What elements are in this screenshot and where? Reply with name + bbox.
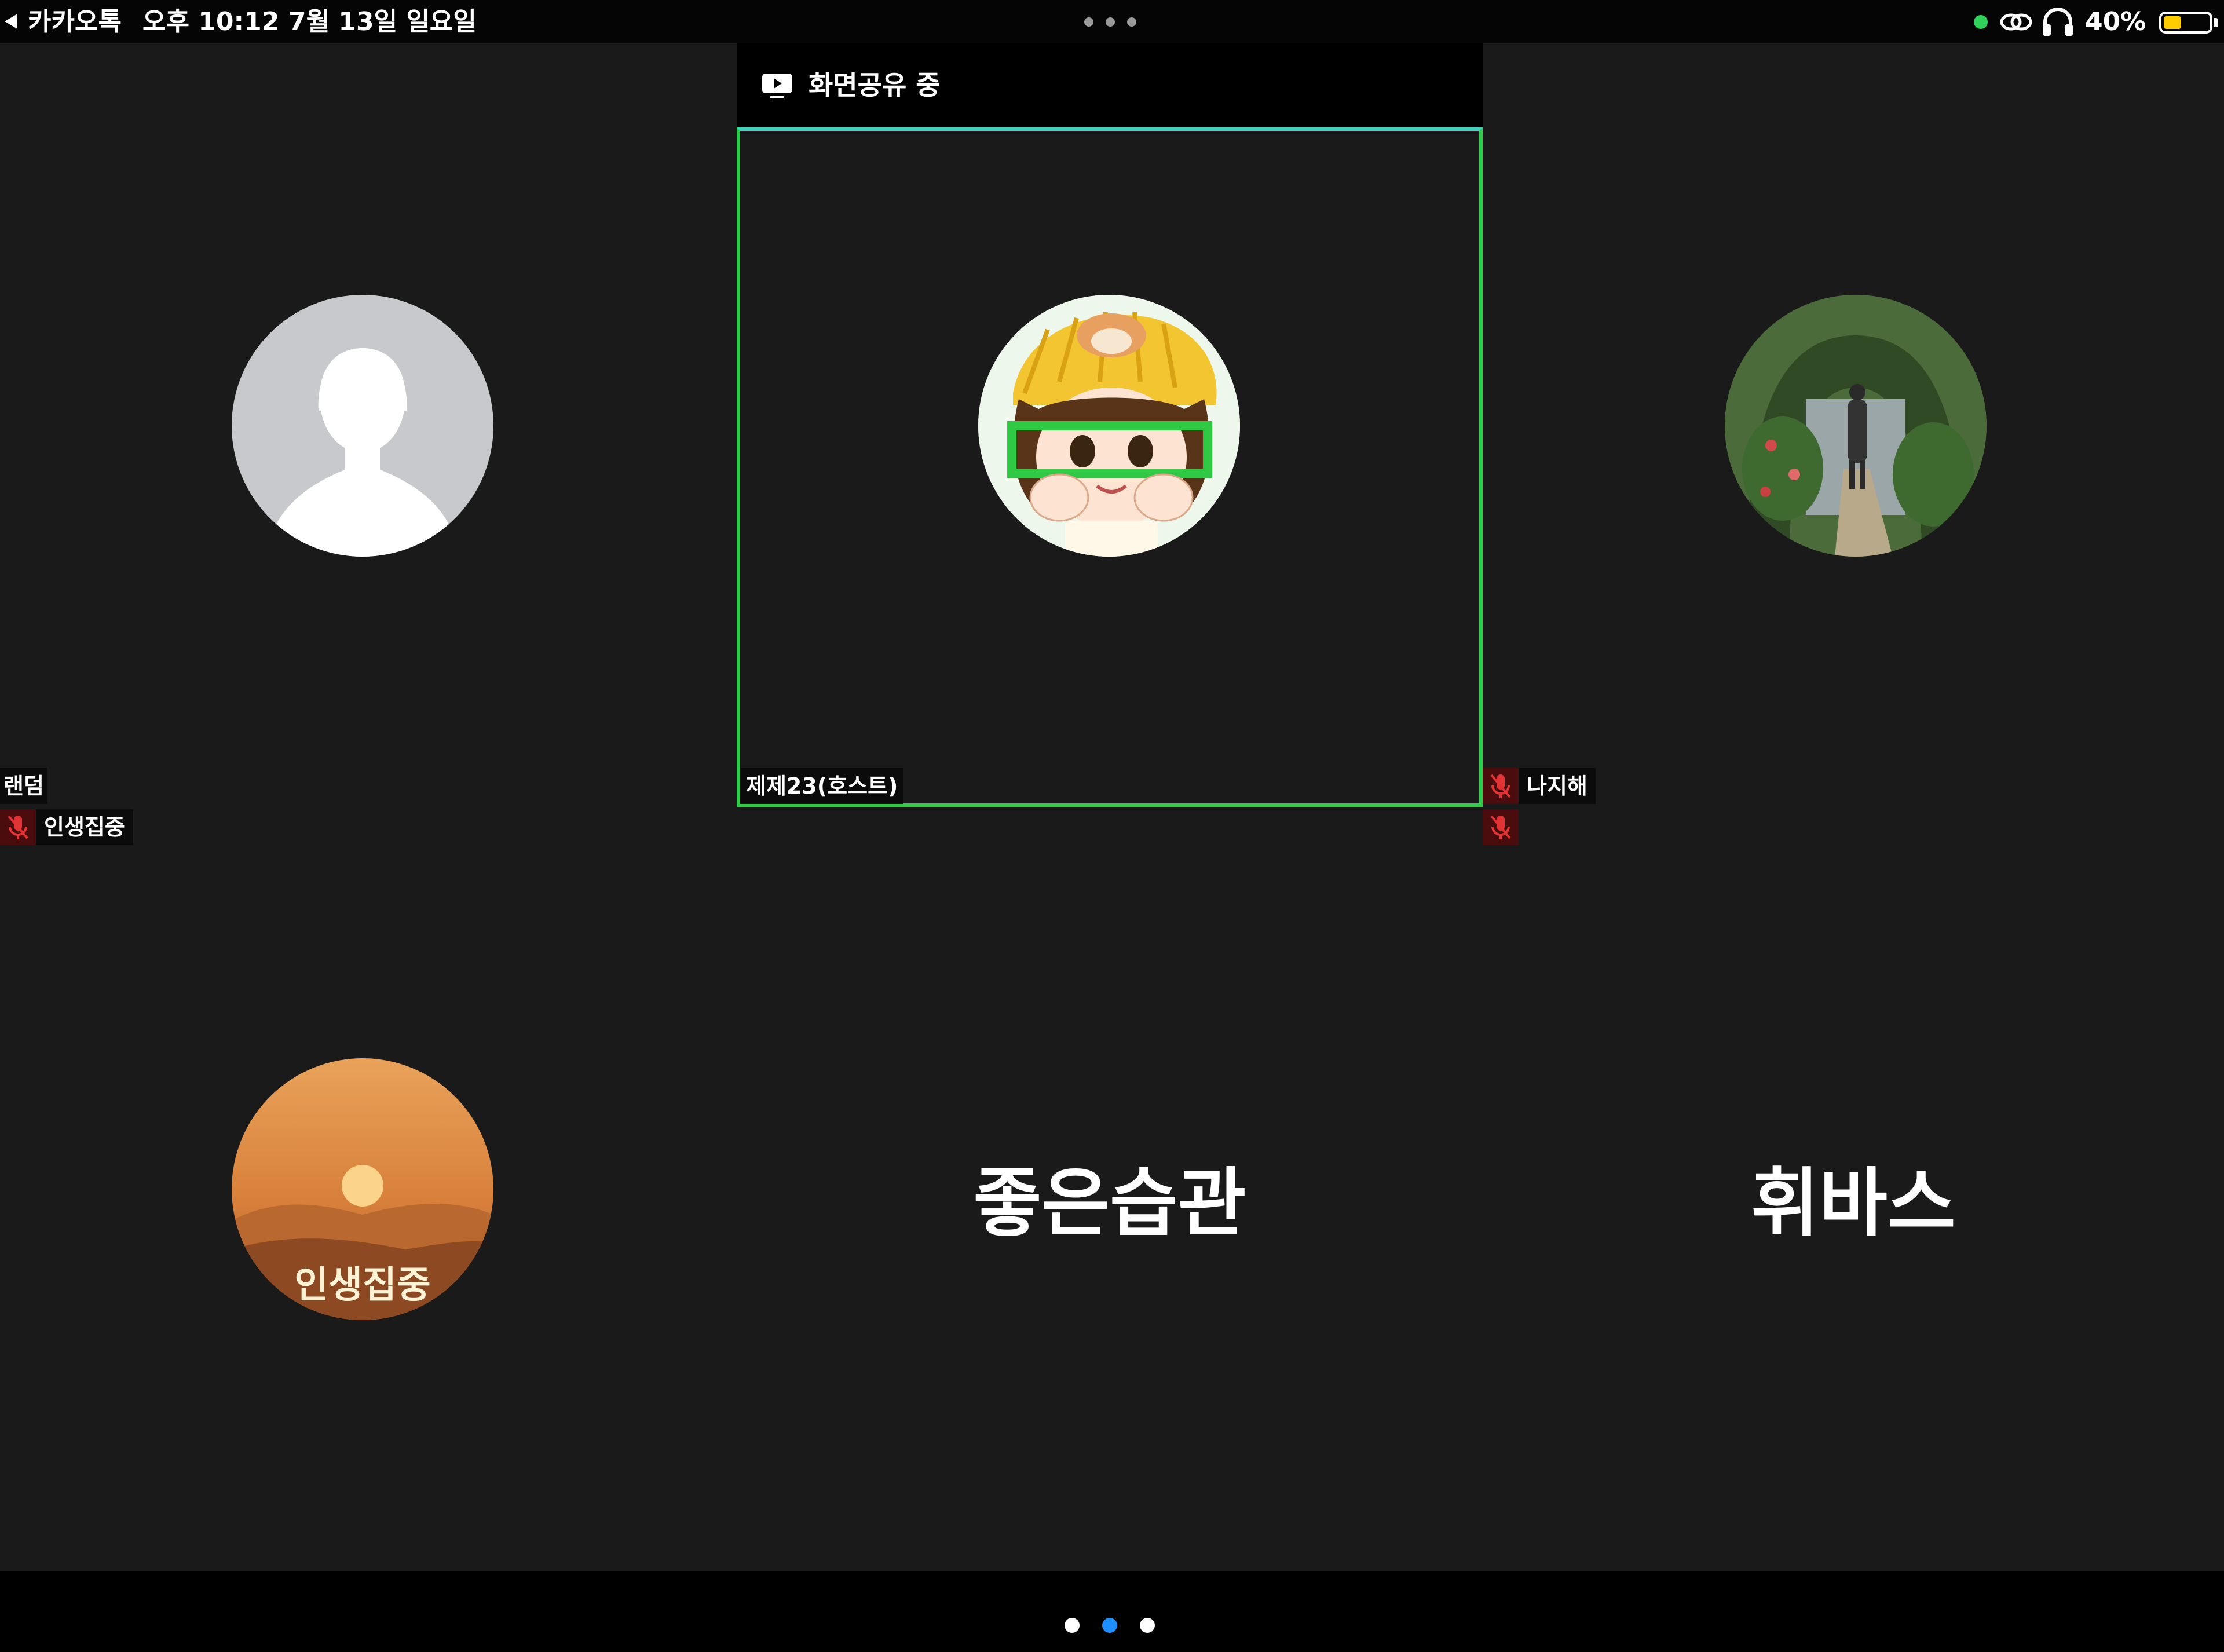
screen-share-banner[interactable]: 화면공유 중	[737, 43, 1483, 127]
participant-tile-4[interactable]: 인생집중	[0, 807, 737, 1571]
participant-tile-5[interactable]: 좋은습관	[737, 807, 1483, 1571]
link-icon	[2000, 13, 2032, 31]
screen-share-icon	[762, 74, 792, 98]
back-app-label[interactable]: 카카오톡	[28, 0, 122, 43]
status-time: 오후 10:12	[142, 7, 280, 36]
battery-tip	[2214, 18, 2218, 27]
back-arrow-icon[interactable]	[5, 14, 17, 29]
character-avatar	[978, 295, 1240, 557]
page-dot-3[interactable]	[1140, 1618, 1155, 1633]
garden-path-photo	[1725, 295, 1987, 557]
screen-share-label: 화면공유 중	[809, 70, 941, 101]
more-icon[interactable]	[1084, 17, 1136, 27]
participant-tile-1[interactable]	[0, 43, 737, 807]
headphone-icon	[2043, 8, 2073, 36]
status-date: 7월 13일 일요일	[288, 7, 477, 36]
page-dot-2[interactable]	[1102, 1618, 1117, 1633]
battery-icon	[2159, 12, 2212, 34]
participant-name-2: 제제23(호스트)	[740, 768, 904, 804]
camera-in-use-indicator	[1974, 15, 1988, 29]
participant-tile-3[interactable]	[1483, 43, 2224, 807]
sunset-avatar: 인생집중	[232, 1058, 493, 1320]
sunset-avatar-text: 인생집중	[294, 1264, 431, 1307]
participant-name-3: 나지해	[1519, 768, 1596, 804]
battery-level	[2164, 16, 2181, 29]
participant-name-1: 랜덤	[0, 768, 47, 804]
page-dot-1[interactable]	[1065, 1618, 1080, 1633]
battery-percent: 40%	[2085, 7, 2146, 36]
participant-name-6: 휘바스	[1751, 1160, 1956, 1247]
muted-mic-icon	[1483, 768, 1519, 804]
bottom-bar	[0, 1571, 2224, 1652]
status-bar: 카카오톡 오후 10:12 7월 13일 일요일 40%	[0, 0, 2224, 43]
participant-tile-6[interactable]: 휘바스	[1483, 807, 2224, 1571]
default-person-icon	[232, 295, 493, 557]
participant-name-5: 좋은습관	[973, 1160, 1246, 1247]
